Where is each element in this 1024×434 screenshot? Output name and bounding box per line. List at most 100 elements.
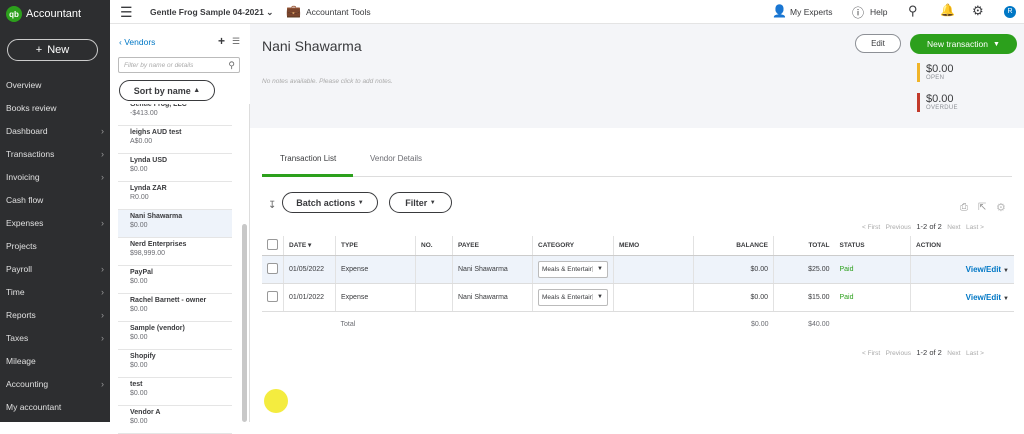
vendor-list-item[interactable]: Shopify $0.00	[118, 350, 232, 378]
batch-actions-button[interactable]: Batch actions ▼	[282, 192, 378, 213]
filter-input[interactable]: Filter by name or details ⚲	[118, 57, 240, 73]
header-date[interactable]: DATE ▾	[283, 236, 336, 256]
vendor-list-item[interactable]: Nerd Enterprises $98,999.00	[118, 238, 232, 266]
vendor-list-item[interactable]: PayPal $0.00	[118, 266, 232, 294]
header-payee[interactable]: PAYEE	[452, 236, 533, 256]
open-indicator	[917, 63, 920, 82]
vendor-list-item[interactable]: test $0.00	[118, 378, 232, 406]
nav-item-reports[interactable]: Reports ›	[6, 310, 104, 320]
nav-item-transactions[interactable]: Transactions ›	[6, 149, 104, 159]
vendor-list-item[interactable]: Nani Shawarma $0.00	[118, 210, 232, 238]
vendor-list-item[interactable]: Sample (vendor) $0.00	[118, 322, 232, 350]
pager-next[interactable]: Next	[947, 350, 960, 357]
help-link[interactable]: Help	[870, 7, 887, 17]
pager-top: < First Previous 1-2 of 2 Next Last >	[862, 222, 984, 231]
notes-text[interactable]: No notes available. Please click to add …	[262, 78, 393, 85]
pager-previous[interactable]: Previous	[886, 350, 911, 357]
vendor-name: Shopify	[130, 353, 156, 360]
accountant-tools[interactable]: Accountant Tools	[306, 7, 371, 17]
back-to-vendors[interactable]: ‹ Vendors	[119, 37, 155, 47]
add-vendor-icon[interactable]: +	[218, 34, 225, 48]
pager-first[interactable]: < First	[862, 350, 880, 357]
vendor-list-item[interactable]: Vendor A $0.00	[118, 406, 232, 434]
total-balance: $0.00	[750, 320, 769, 328]
vendor-list-item[interactable]: Rachel Barnett - owner $0.00	[118, 294, 232, 322]
nav-item-label: Overview	[6, 80, 42, 90]
row-checkbox[interactable]	[267, 262, 278, 274]
row-checkbox[interactable]	[267, 290, 278, 302]
nav-item-dashboard[interactable]: Dashboard ›	[6, 126, 104, 136]
edit-button[interactable]: Edit	[855, 34, 901, 53]
nav-item-projects[interactable]: Projects	[6, 241, 104, 251]
table-row[interactable]: 01/05/2022 Expense Nani Shawarma Meals &…	[262, 255, 1014, 284]
pager-last[interactable]: Last >	[966, 350, 984, 357]
category-value: Meals & Entertainment	[542, 265, 592, 273]
pager-last[interactable]: Last >	[966, 224, 984, 231]
settings-icon[interactable]: ⚙	[996, 201, 1006, 214]
nav-item-invoicing[interactable]: Invoicing ›	[6, 172, 104, 182]
action-dropdown-icon[interactable]: ▼	[1003, 268, 1009, 274]
filter-placeholder: Filter by name or details	[124, 62, 194, 69]
header-memo[interactable]: MEMO	[613, 236, 694, 256]
nav-item-accounting[interactable]: Accounting ›	[6, 379, 104, 389]
nav-item-cash-flow[interactable]: Cash flow	[6, 195, 104, 205]
tab-vendor-details[interactable]: Vendor Details	[370, 154, 422, 163]
logo[interactable]: qb Accountant	[6, 6, 81, 22]
sort-button[interactable]: Sort by name ▲	[119, 80, 215, 101]
collapse-list-icon[interactable]: ☰	[232, 36, 240, 47]
chevron-right-icon: ›	[101, 264, 104, 274]
avatar[interactable]: R	[1004, 6, 1016, 18]
nav-item-overview[interactable]: Overview	[6, 80, 104, 90]
vendor-balance: $0.00	[130, 222, 148, 229]
nav-item-payroll[interactable]: Payroll ›	[6, 264, 104, 274]
search-icon[interactable]: ⚲	[908, 3, 918, 19]
nav-item-mileage[interactable]: Mileage	[6, 356, 104, 366]
category-value: Meals & Entertainment	[542, 293, 592, 301]
header-balance[interactable]: BALANCE	[693, 236, 774, 256]
print-icon[interactable]: ⎙	[960, 202, 968, 213]
qb-logo-icon: qb	[6, 6, 22, 22]
filter-button[interactable]: Filter ▼	[389, 192, 452, 213]
header-no[interactable]: NO.	[415, 236, 453, 256]
header-total[interactable]: TOTAL	[773, 236, 835, 256]
header-category[interactable]: CATEGORY	[532, 236, 614, 256]
nav-item-taxes[interactable]: Taxes ›	[6, 333, 104, 343]
open-balance: $0.00 OPEN	[917, 63, 954, 82]
vendor-balance: $0.00	[130, 390, 148, 397]
gear-icon[interactable]: ⚙	[972, 3, 984, 19]
cell-type: Expense	[335, 255, 416, 284]
sort-arrow-icon[interactable]: ↧	[268, 200, 276, 211]
category-select[interactable]: Meals & Entertainment▼	[538, 260, 608, 278]
table-row[interactable]: 01/01/2022 Expense Nani Shawarma Meals &…	[262, 283, 1014, 312]
category-select[interactable]: Meals & Entertainment▼	[538, 288, 608, 306]
select-all-checkbox[interactable]	[267, 238, 278, 250]
nav-item-expenses[interactable]: Expenses ›	[6, 218, 104, 228]
header-status[interactable]: STATUS	[834, 236, 911, 256]
nav-item-my-accountant[interactable]: My accountant	[6, 402, 104, 412]
pager-next[interactable]: Next	[947, 224, 960, 231]
export-icon[interactable]: ⇱	[978, 202, 986, 213]
pager-previous[interactable]: Previous	[886, 224, 911, 231]
my-experts[interactable]: My Experts	[790, 7, 833, 17]
vendor-list-item[interactable]: leighs AUD test A$0.00	[118, 126, 232, 154]
bell-icon[interactable]: 🔔	[940, 3, 955, 17]
tab-transaction-list[interactable]: Transaction List	[280, 154, 336, 163]
scrollbar[interactable]	[242, 224, 247, 422]
nav-item-books-review[interactable]: Books review	[6, 103, 104, 113]
vendor-balance: $0.00	[130, 278, 148, 285]
nav-item-time[interactable]: Time ›	[6, 287, 104, 297]
vendor-detail: Nani Shawarma No notes available. Please…	[250, 24, 1024, 422]
view-edit-link[interactable]: View/Edit	[966, 265, 1001, 274]
action-dropdown-icon[interactable]: ▼	[1003, 296, 1009, 302]
new-transaction-button[interactable]: New transaction ▼	[910, 34, 1017, 54]
top-bar: ☰ Gentle Frog Sample 04-2021 ⌄ 💼 Account…	[110, 0, 1024, 24]
hamburger-icon[interactable]: ☰	[120, 4, 133, 21]
view-edit-link[interactable]: View/Edit	[966, 293, 1001, 302]
pager-first[interactable]: < First	[862, 224, 880, 231]
vendor-list-item[interactable]: Lynda ZAR R0.00	[118, 182, 232, 210]
header-type[interactable]: TYPE	[335, 236, 416, 256]
vendor-list-item[interactable]: Lynda USD $0.00	[118, 154, 232, 182]
new-button[interactable]: + New	[7, 39, 98, 61]
new-label: New	[47, 44, 70, 56]
company-switcher[interactable]: Gentle Frog Sample 04-2021 ⌄	[150, 7, 273, 18]
